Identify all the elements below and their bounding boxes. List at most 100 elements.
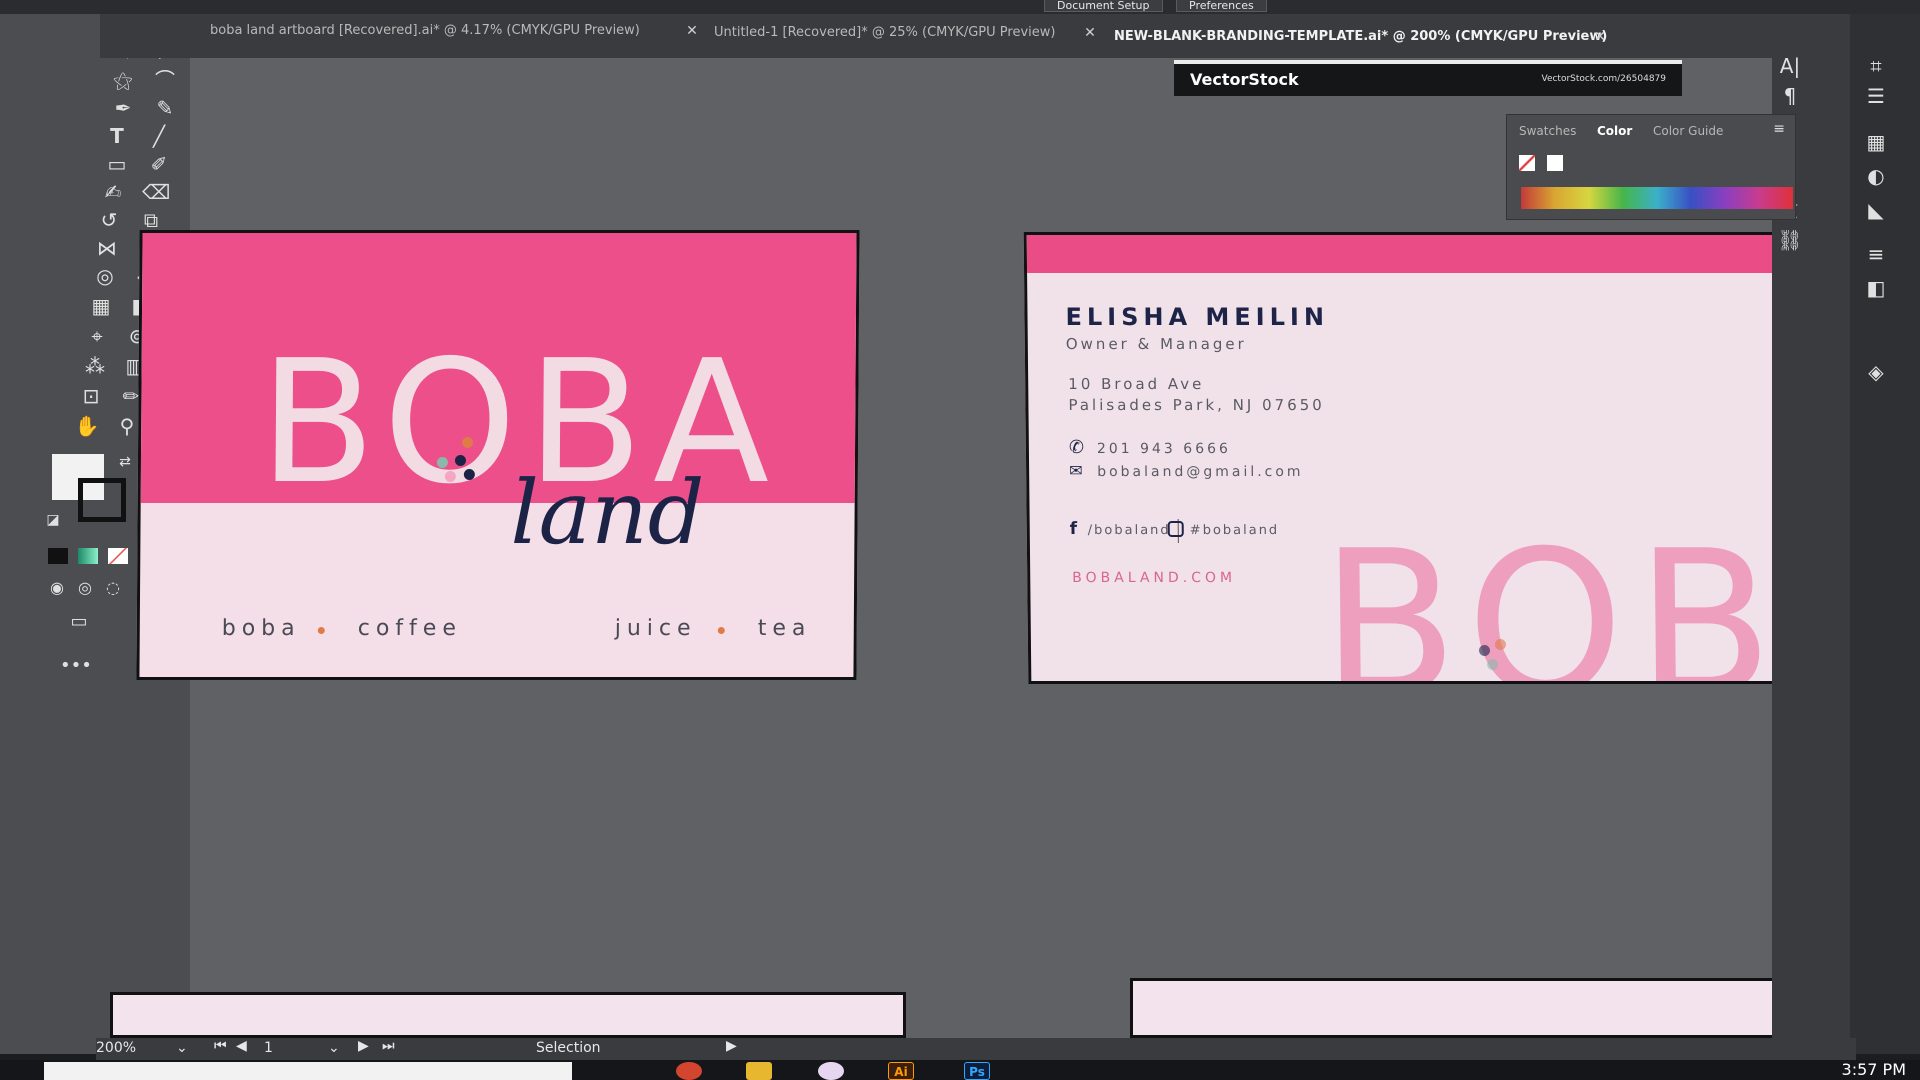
separator-dot [317, 627, 325, 634]
swatch-grid-icon[interactable]: ▦ [1862, 130, 1890, 154]
shape-builder-tool-icon[interactable]: ◎ [92, 264, 118, 288]
taskbar-search-box[interactable] [44, 1062, 572, 1080]
photoshop-icon[interactable]: Ps [964, 1062, 990, 1080]
boba-pearl [436, 457, 448, 468]
tab-swatches[interactable]: Swatches [1519, 124, 1576, 138]
boba-watermark: BOBA [1319, 508, 1789, 684]
eraser-tool-icon[interactable]: ⌫ [142, 180, 170, 204]
system-clock[interactable]: 3:57 PM [1842, 1060, 1906, 1080]
artboard-number[interactable]: 1 [264, 1040, 273, 1056]
instagram-handle: #bobaland [1189, 523, 1280, 538]
lasso-tool-icon[interactable]: ⌒ [152, 68, 178, 92]
color-mode-icon[interactable] [48, 548, 68, 564]
curvature-tool-icon[interactable]: ✎ [152, 96, 178, 120]
card-role: Owner & Manager [1065, 335, 1247, 353]
hand-tool-icon[interactable]: ✋ [74, 414, 100, 438]
line-tool-icon[interactable]: ╱ [146, 124, 172, 148]
screen-mode-icon[interactable]: ▭ [66, 610, 92, 634]
transparency-icon[interactable]: ◧ [1862, 276, 1890, 300]
draw-normal-icon[interactable]: ◉ [44, 576, 70, 600]
default-fill-stroke-icon[interactable]: ◪ [40, 508, 66, 532]
document-setup-button[interactable]: Document Setup [1044, 0, 1163, 12]
zoom-level[interactable]: 200% [96, 1040, 136, 1056]
color-panel: Swatches Color Color Guide ≡ [1506, 114, 1796, 220]
more-tools-icon[interactable]: ••• [60, 654, 92, 678]
first-artboard-icon[interactable]: ⏮ [214, 1038, 227, 1054]
business-card-front[interactable]: BOBA land boba coffee juice tea [136, 230, 860, 680]
scale-tool-icon[interactable]: ⧉ [138, 208, 164, 232]
website-url: BOBALAND.COM [1072, 570, 1237, 586]
boba-pearl [1478, 645, 1491, 656]
eyedropper-tool-icon[interactable]: ⌖ [84, 324, 110, 348]
illustrator-icon[interactable]: Ai [888, 1062, 914, 1080]
separator-dot [717, 627, 725, 634]
paragraph-icon[interactable]: ¶ [1776, 84, 1804, 108]
address-line-2: Palisades Park, NJ 07650 [1068, 396, 1325, 414]
transform-icon[interactable]: ⌗ [1862, 54, 1890, 78]
close-icon[interactable]: ✕ [684, 18, 700, 44]
character-icon[interactable]: A| [1776, 54, 1804, 78]
color-icon[interactable]: ◐ [1862, 164, 1890, 188]
boba-pearl [444, 471, 456, 482]
white-swatch[interactable] [1547, 155, 1563, 171]
draw-behind-icon[interactable]: ◎ [72, 576, 98, 600]
last-artboard-icon[interactable]: ⏭ [382, 1038, 395, 1054]
address-line-1: 10 Broad Ave [1068, 375, 1205, 393]
chevron-down-icon[interactable]: ⌄ [176, 1040, 188, 1056]
mesh-tool-icon[interactable]: ▦ [88, 294, 114, 318]
gradient-mode-icon[interactable] [78, 548, 98, 564]
tab-branding-template[interactable]: NEW-BLANK-BRANDING-TEMPLATE.ai* @ 200% (… [1114, 24, 1607, 50]
next-artboard-icon[interactable]: ▶ [358, 1038, 369, 1054]
rotate-tool-icon[interactable]: ↺ [96, 208, 122, 232]
tab-color-guide[interactable]: Color Guide [1653, 124, 1723, 138]
symbol-sprayer-tool-icon[interactable]: ⁂ [82, 354, 108, 378]
close-icon[interactable]: ✕ [1592, 24, 1608, 50]
facebook-icon: f [1069, 519, 1078, 539]
layers-icon[interactable]: ◈ [1862, 360, 1890, 384]
current-tool-label: Selection [536, 1040, 601, 1056]
business-card-back[interactable]: BOBA ELISHA MEILIN Owner & Manager 10 Br… [1023, 232, 1789, 684]
facebook-handle: /bobaland [1087, 523, 1171, 538]
width-tool-icon[interactable]: ⋈ [94, 236, 120, 260]
file-explorer-icon[interactable] [746, 1062, 772, 1080]
preferences-button[interactable]: Preferences [1176, 0, 1267, 12]
play-icon[interactable]: ▶ [726, 1038, 737, 1054]
tab-untitled-1[interactable]: Untitled-1 [Recovered]* @ 25% (CMYK/GPU … [714, 20, 1055, 46]
email-address: bobaland@gmail.com [1097, 464, 1304, 480]
none-mode-icon[interactable] [108, 548, 128, 564]
magic-wand-tool-icon[interactable]: ⚝ [110, 68, 136, 92]
previous-artboard-icon[interactable]: ◀ [236, 1038, 247, 1054]
align-icon[interactable]: ☰ [1862, 84, 1890, 108]
instagram-icon [1167, 521, 1184, 537]
color-spectrum-bar[interactable] [1521, 187, 1793, 209]
chrome-icon[interactable] [676, 1062, 702, 1080]
artboard-lower-right[interactable] [1130, 978, 1862, 1038]
tab-color[interactable]: Color [1597, 124, 1632, 138]
panel-menu-icon[interactable]: ≡ [1773, 121, 1785, 137]
tab-boba-land-artboard[interactable]: boba land artboard [Recovered].ai* @ 4.1… [210, 18, 640, 44]
close-icon[interactable]: ✕ [1082, 20, 1098, 46]
gradient-panel-icon[interactable]: ◣ [1862, 198, 1890, 222]
stroke-swatch[interactable] [78, 478, 126, 522]
document-tabs: boba land artboard [Recovered].ai* @ 4.1… [100, 14, 1830, 58]
vectorstock-url: VectorStock.com/26504879 [1541, 74, 1666, 84]
right-icon-strip: ⌗ ☰ ▦ ◐ ◣ ≡ ◧ ◈ [1850, 14, 1920, 1054]
stroke-panel-icon[interactable]: ≡ [1862, 242, 1890, 266]
artboard-tool-icon[interactable]: ⊡ [78, 384, 104, 408]
boba-pearl [454, 455, 466, 466]
type-tool-icon[interactable]: T [104, 124, 130, 148]
app-icon[interactable] [818, 1062, 844, 1080]
zoom-tool-icon[interactable]: ⚲ [114, 414, 140, 438]
rectangle-tool-icon[interactable]: ▭ [104, 152, 130, 176]
none-swatch[interactable] [1519, 155, 1535, 171]
paintbrush-tool-icon[interactable]: ✐ [146, 152, 172, 176]
chevron-down-icon[interactable]: ⌄ [328, 1040, 340, 1056]
swap-fill-stroke-icon[interactable]: ⇄ [112, 450, 138, 474]
draw-inside-icon[interactable]: ◌ [100, 576, 126, 600]
pen-tool-icon[interactable]: ✒ [110, 96, 136, 120]
links-icon[interactable]: ⛓ [1776, 228, 1804, 252]
artboard-lower-left[interactable] [110, 992, 906, 1038]
logo-land-script: land [510, 461, 705, 564]
boba-pearl [1487, 659, 1499, 670]
shaper-tool-icon[interactable]: ✍ [100, 180, 126, 204]
